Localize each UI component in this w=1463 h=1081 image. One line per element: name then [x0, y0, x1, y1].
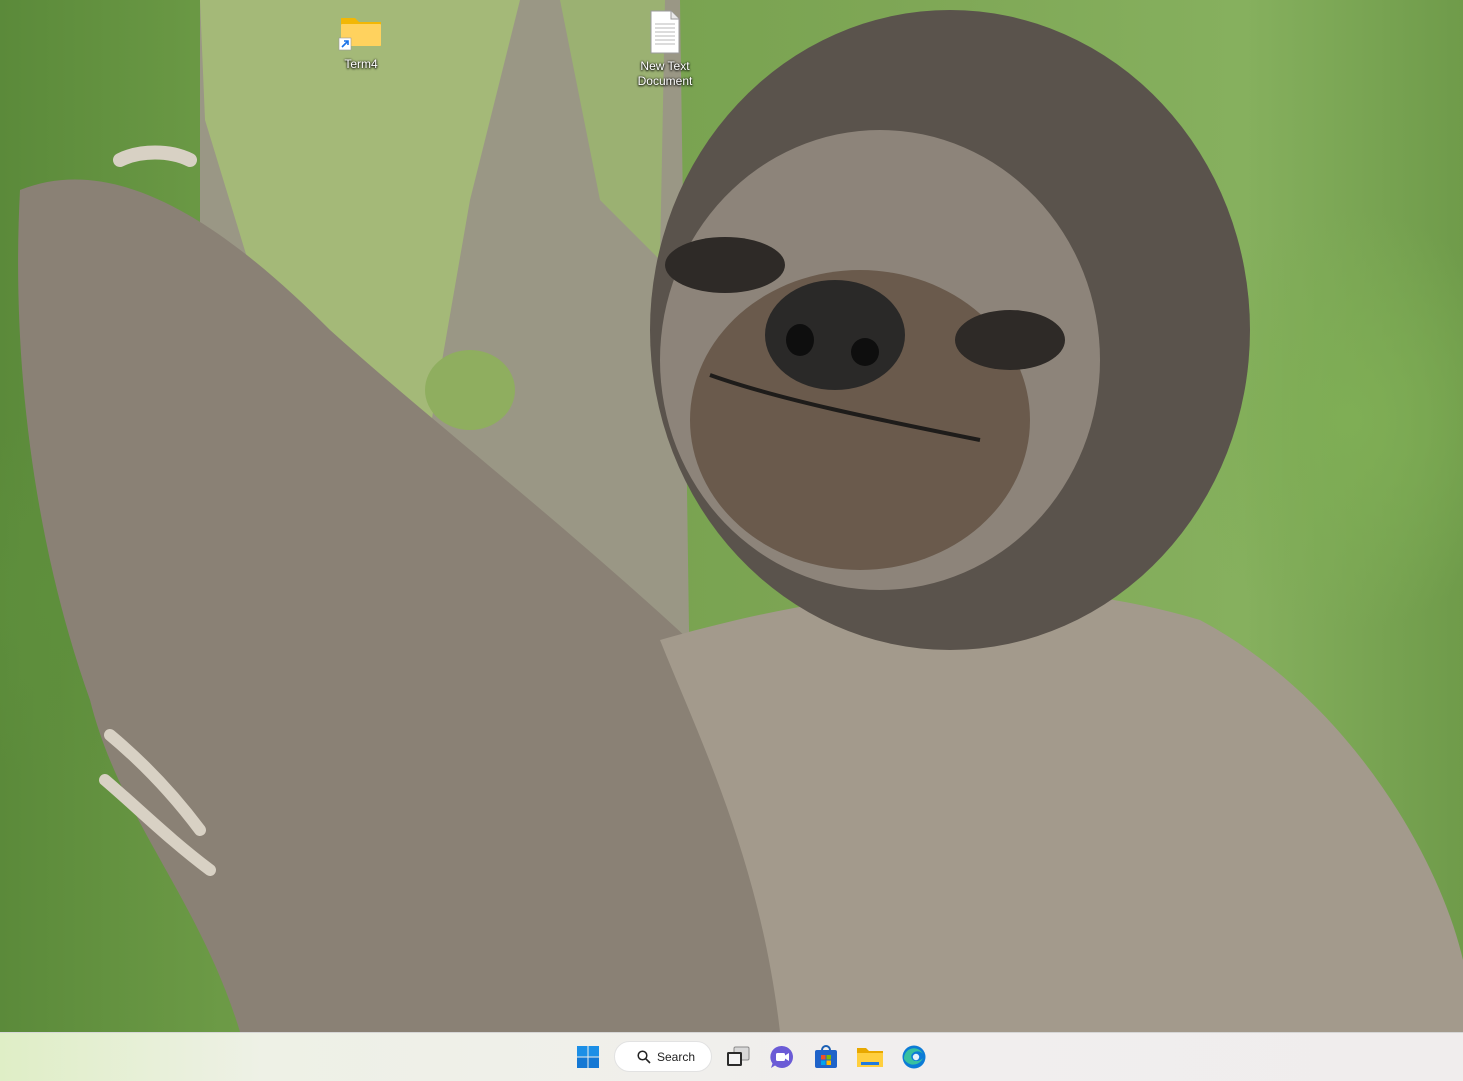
task-view-icon	[727, 1046, 750, 1066]
file-explorer-icon	[857, 1048, 883, 1067]
taskbar-store[interactable]	[807, 1039, 845, 1075]
teams-chat-icon	[770, 1045, 793, 1068]
search-label: Search	[657, 1049, 696, 1064]
taskbar-file-explorer[interactable]	[851, 1039, 889, 1075]
start-button[interactable]	[569, 1039, 607, 1075]
search-icon	[637, 1049, 651, 1064]
store-icon	[815, 1045, 837, 1068]
desktop-icon-label: New Text Document	[637, 59, 693, 88]
search-box[interactable]: Search	[614, 1041, 712, 1072]
desktop-icon-term4[interactable]: Term4	[323, 12, 399, 72]
desktop-icon-label: Term4	[344, 57, 378, 71]
taskbar-edge[interactable]	[895, 1039, 933, 1075]
taskbar-task-view[interactable]	[719, 1039, 757, 1075]
text-document-icon	[650, 10, 680, 54]
taskbar: Search	[0, 1032, 1463, 1081]
desktop-wallpaper: Term4 New Text Document	[0, 0, 1463, 1032]
wallpaper-image	[18, 0, 1463, 1032]
folder-shortcut-icon	[338, 18, 381, 51]
windows-start-icon	[577, 1046, 599, 1068]
desktop-icon-new-text-document[interactable]: New Text Document	[627, 10, 703, 89]
edge-icon	[902, 1045, 926, 1069]
taskbar-chat[interactable]	[763, 1039, 801, 1075]
